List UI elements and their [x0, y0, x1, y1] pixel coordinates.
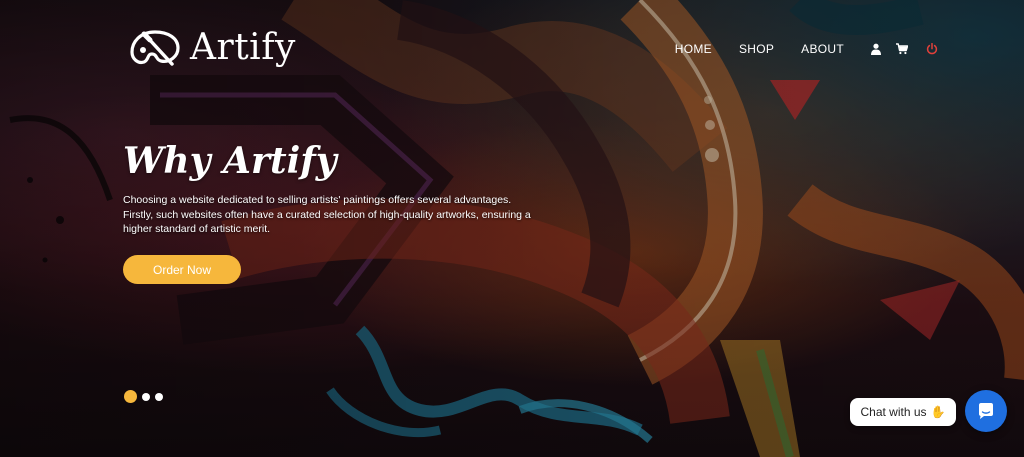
carousel-dot-1[interactable] — [124, 390, 137, 403]
chat-bubble-icon — [979, 403, 993, 419]
chat-launcher-button[interactable] — [965, 390, 1007, 432]
brand-name: Artify — [190, 27, 296, 68]
hero-section: Artify HOME SHOP ABOUT Why Artify Choosi… — [0, 0, 1024, 457]
chat-invite-pill[interactable]: Chat with us ✋ — [850, 398, 956, 426]
paint-palette-icon — [130, 30, 180, 66]
cart-icon[interactable] — [896, 43, 908, 55]
nav-item-shop[interactable]: SHOP — [739, 42, 774, 56]
carousel-dot-3[interactable] — [155, 392, 163, 401]
hero-description: Choosing a website dedicated to selling … — [123, 194, 531, 235]
carousel-dot-2[interactable] — [142, 392, 150, 401]
power-icon[interactable] — [926, 43, 938, 55]
waving-hand-icon: ✋ — [930, 405, 946, 419]
nav-item-about[interactable]: ABOUT — [801, 42, 844, 56]
user-icon[interactable] — [870, 43, 882, 55]
chat-invite-text: Chat with us — [860, 405, 927, 419]
brand-logo[interactable]: Artify — [128, 26, 296, 70]
main-nav: HOME SHOP ABOUT — [648, 42, 938, 56]
nav-item-home[interactable]: HOME — [675, 42, 712, 56]
order-now-button[interactable]: Order Now — [123, 255, 241, 284]
carousel-indicators — [124, 390, 163, 403]
hero-title: Why Artify — [123, 140, 337, 182]
